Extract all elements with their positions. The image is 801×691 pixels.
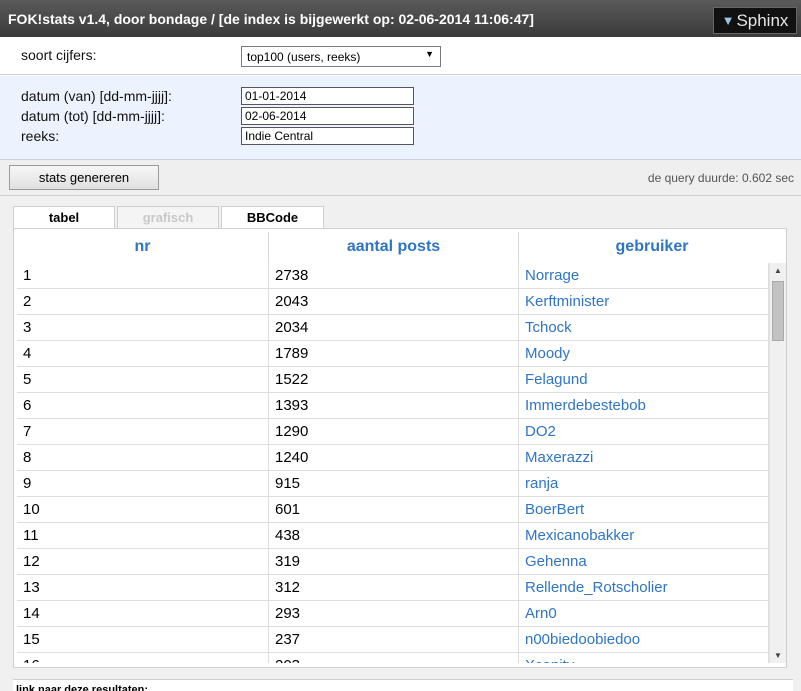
table-row: 1 2738 Norrage (17, 263, 769, 289)
table-row: 16203Xcenity (17, 653, 769, 663)
cell-aantal-posts: 293 (269, 601, 519, 626)
user-link[interactable]: n00biedoobiedoo (519, 627, 769, 652)
table-row: 14 293 Arn0 (17, 601, 769, 627)
table-row: 12 319 Gehenna (17, 549, 769, 575)
datum-tot-field[interactable] (241, 107, 414, 125)
user-link[interactable]: Arn0 (519, 601, 769, 626)
table-row: 2 2043 Kerftminister (17, 289, 769, 315)
cell-aantal-posts: 2738 (269, 263, 519, 288)
sphinx-logo-text: Sphinx (736, 10, 789, 30)
cell-aantal-posts: 237 (269, 627, 519, 652)
column-header-nr[interactable]: nr (17, 232, 269, 263)
cell-nr: 1 (17, 263, 269, 288)
cell-nr: 6 (17, 393, 269, 418)
cell-aantal-posts: 438 (269, 523, 519, 548)
tab-bbcode[interactable]: BBCode (221, 206, 324, 228)
cell-aantal-posts: 2043 (269, 289, 519, 314)
user-link[interactable]: Rellende_Rotscholier (519, 575, 769, 600)
user-link[interactable]: Xcenity (519, 653, 769, 663)
cell-aantal-posts: 1789 (269, 341, 519, 366)
chevron-down-icon: ▼ (425, 49, 434, 59)
soort-select[interactable]: top100 (users, reeks) ▼ (241, 46, 441, 67)
user-link[interactable]: Moody (519, 341, 769, 366)
table-row: 11 438 Mexicanobakker (17, 523, 769, 549)
cell-nr: 13 (17, 575, 269, 600)
cell-nr: 7 (17, 419, 269, 444)
table-row: 5 1522 Felagund (17, 367, 769, 393)
scrollbar-thumb[interactable] (772, 281, 784, 341)
cell-nr: 15 (17, 627, 269, 652)
table-row: 6 1393 Immerdebestebob (17, 393, 769, 419)
table-body: 1 2738 Norrage 2 2043 Kerftminister 3 2034 Tch… (17, 263, 769, 663)
table-row: 4 1789 Moody (17, 341, 769, 367)
tab-tabel[interactable]: tabel (13, 206, 115, 228)
scroll-up-icon[interactable]: ▲ (774, 266, 782, 275)
cell-nr: 12 (17, 549, 269, 574)
cell-nr: 10 (17, 497, 269, 522)
cell-aantal-posts: 319 (269, 549, 519, 574)
sphinx-logo: ▼ Sphinx (713, 7, 797, 34)
cell-aantal-posts: 601 (269, 497, 519, 522)
soort-label: soort cijfers: (21, 47, 97, 63)
title-bar: FOK!stats v1.4, door bondage / [de index… (0, 0, 801, 37)
cell-nr: 3 (17, 315, 269, 340)
cell-nr: 16 (17, 653, 269, 663)
cell-aantal-posts: 915 (269, 471, 519, 496)
table-row: 7 1290 DO2 (17, 419, 769, 445)
cell-nr: 8 (17, 445, 269, 470)
datum-van-label: datum (van) [dd-mm-jjjj]: (21, 88, 172, 104)
user-link[interactable]: Immerdebestebob (519, 393, 769, 418)
user-link[interactable]: Norrage (519, 263, 769, 288)
column-header-gebruiker[interactable]: gebruiker (519, 232, 785, 263)
scroll-down-icon[interactable]: ▼ (774, 651, 782, 660)
reeks-field[interactable] (241, 127, 414, 145)
table-row: 3 2034 Tchock (17, 315, 769, 341)
cell-nr: 9 (17, 471, 269, 496)
reeks-label: reeks: (21, 128, 60, 144)
cell-nr: 11 (17, 523, 269, 548)
table-row: 13 312 Rellende_Rotscholier (17, 575, 769, 601)
generate-stats-button[interactable]: stats genereren (9, 165, 159, 190)
user-link[interactable]: Tchock (519, 315, 769, 340)
cell-aantal-posts: 203 (269, 653, 519, 663)
cell-aantal-posts: 1522 (269, 367, 519, 392)
cell-aantal-posts: 2034 (269, 315, 519, 340)
table-header: nr aantal posts gebruiker (17, 232, 785, 263)
table-row: 8 1240 Maxerazzi (17, 445, 769, 471)
cell-aantal-posts: 1290 (269, 419, 519, 444)
results-link-label: link naar deze resultaten: (13, 679, 793, 691)
cell-nr: 4 (17, 341, 269, 366)
table-scrollbar[interactable]: ▲ ▼ (769, 263, 786, 663)
cell-aantal-posts: 1240 (269, 445, 519, 470)
user-link[interactable]: Mexicanobakker (519, 523, 769, 548)
query-time: de query duurde: 0.602 sec (647, 171, 794, 185)
cell-nr: 5 (17, 367, 269, 392)
user-link[interactable]: DO2 (519, 419, 769, 444)
page-title: FOK!stats v1.4, door bondage / [de index… (8, 11, 534, 27)
cell-aantal-posts: 312 (269, 575, 519, 600)
cell-aantal-posts: 1393 (269, 393, 519, 418)
table-row: 15 237 n00biedoobiedoo (17, 627, 769, 653)
tab-grafisch: grafisch (117, 206, 219, 228)
column-header-aantal-posts[interactable]: aantal posts (269, 232, 519, 263)
cell-nr: 14 (17, 601, 269, 626)
user-link[interactable]: Kerftminister (519, 289, 769, 314)
datum-tot-label: datum (tot) [dd-mm-jjjj]: (21, 108, 165, 124)
user-link[interactable]: Maxerazzi (519, 445, 769, 470)
soort-select-value: top100 (users, reeks) (247, 50, 361, 64)
user-link[interactable]: ranja (519, 471, 769, 496)
user-link[interactable]: Felagund (519, 367, 769, 392)
cell-nr: 2 (17, 289, 269, 314)
datum-van-field[interactable] (241, 87, 414, 105)
user-link[interactable]: BoerBert (519, 497, 769, 522)
table-row: 10 601 BoerBert (17, 497, 769, 523)
table-row: 9 915 ranja (17, 471, 769, 497)
sphinx-logo-icon: ▼ (721, 13, 735, 28)
user-link[interactable]: Gehenna (519, 549, 769, 574)
